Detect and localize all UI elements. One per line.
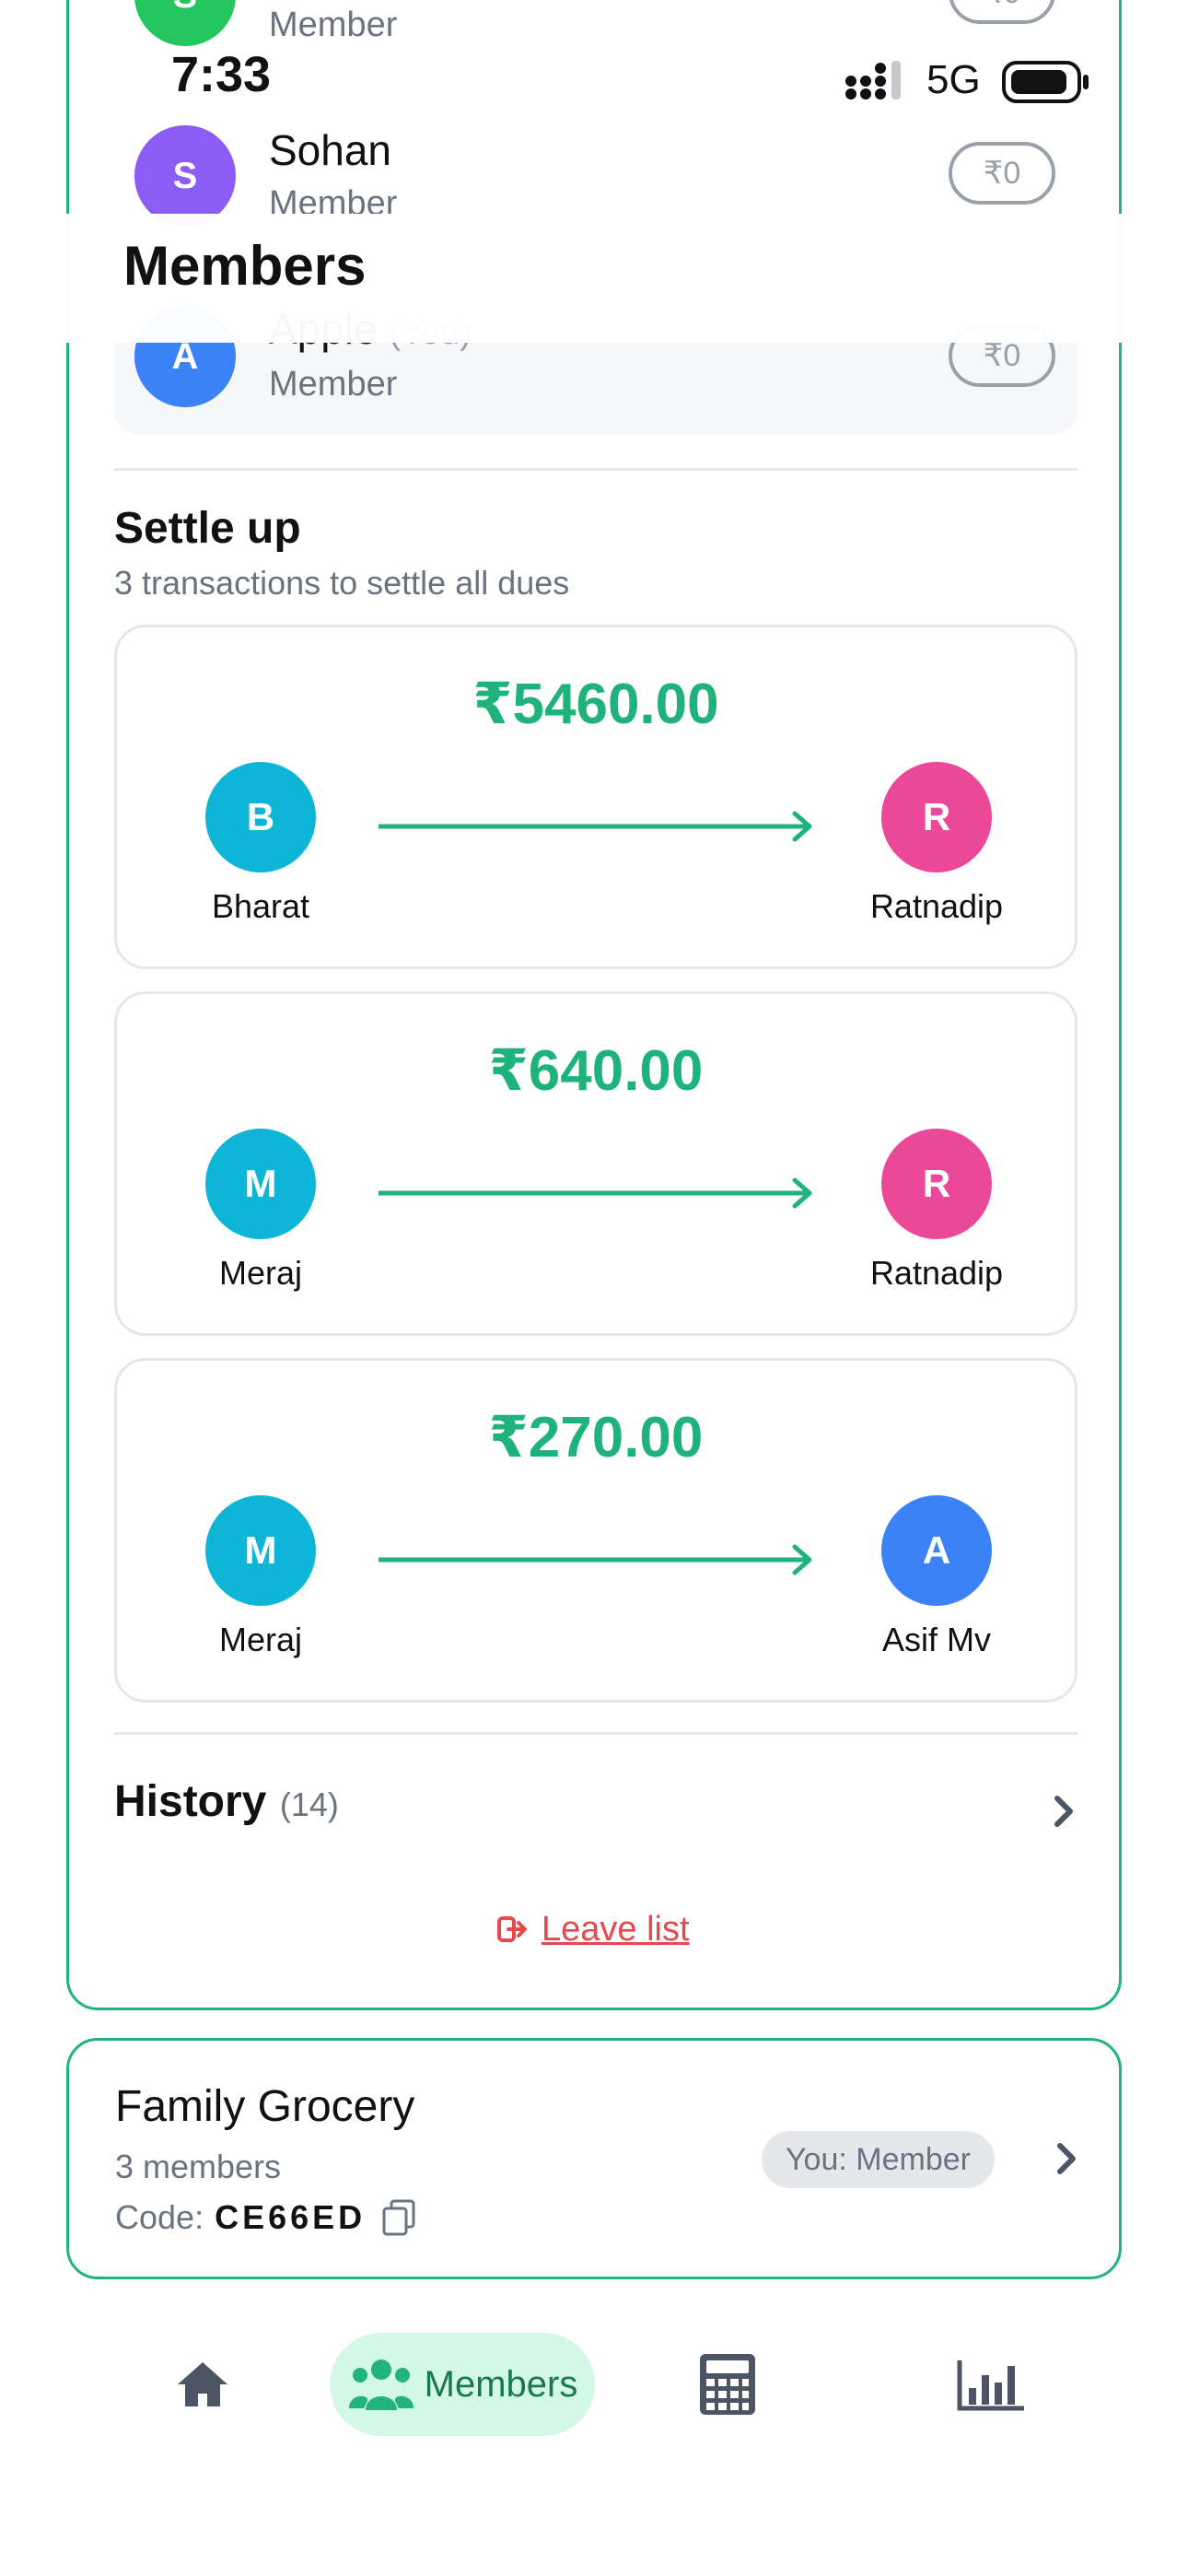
group-code-value: CE66ED: [215, 2198, 367, 2236]
member-balance: ₹0: [949, 142, 1055, 205]
member-role: Member: [269, 365, 398, 404]
history-row[interactable]: History (14): [114, 1776, 1077, 1846]
divider: [114, 1732, 1077, 1735]
transaction-amount: ₹270.00: [488, 1406, 704, 1469]
payer-avatar: B: [205, 762, 316, 872]
divider: [114, 468, 1077, 471]
payee-name: Ratnadip: [869, 1254, 1004, 1292]
settle-title: Settle up: [114, 504, 301, 553]
member-avatar: S: [134, 125, 236, 227]
role-badge: You: Member: [762, 2131, 995, 2188]
payer-avatar: M: [205, 1129, 316, 1239]
copy-icon[interactable]: [380, 2197, 421, 2238]
chevron-right-icon: [1057, 2143, 1076, 2174]
network-label: 5G: [926, 57, 981, 102]
payer-avatar: M: [205, 1495, 316, 1606]
battery-icon: [1002, 61, 1089, 103]
payee-avatar: A: [881, 1495, 992, 1606]
history-label: History: [114, 1777, 267, 1826]
signal-icon: [845, 61, 901, 100]
settle-subtitle: 3 transactions to settle all dues: [114, 564, 570, 602]
payer-name: Bharat: [211, 887, 310, 925]
arrow-right-icon: [379, 811, 812, 842]
chevron-right-icon: [1054, 1796, 1073, 1827]
member-name: Sohan: [269, 126, 392, 174]
group-title: Family Grocery: [115, 2082, 415, 2131]
nav-home[interactable]: [157, 2333, 249, 2436]
group-card[interactable]: Family Grocery 3 members Code: CE66ED Yo…: [66, 2038, 1122, 2279]
history-count: (14): [279, 1786, 339, 1823]
status-bar: 7:33 5G: [0, 37, 1188, 125]
status-time: 7:33: [171, 47, 272, 102]
arrow-right-icon: [379, 1544, 812, 1575]
bar-chart-icon: [957, 2360, 1024, 2411]
page-title: Members: [123, 235, 367, 297]
nav-members-label: Members: [424, 2363, 578, 2405]
payee-name: Ratnadip: [869, 887, 1004, 925]
transaction-card[interactable]: ₹640.00 M Meraj R Ratnadip: [114, 991, 1077, 1336]
arrow-right-icon: [379, 1177, 812, 1209]
group-members-count: 3 members: [115, 2148, 282, 2185]
transaction-card[interactable]: ₹270.00 M Meraj A Asif Mv: [114, 1358, 1077, 1703]
payee-avatar: R: [881, 1129, 992, 1239]
leave-list-label: Leave list: [542, 1909, 690, 1949]
transaction-card[interactable]: ₹5460.00 B Bharat R Ratnadip: [114, 625, 1077, 969]
sticky-header: Members: [66, 214, 1122, 343]
payer-name: Meraj: [218, 1254, 303, 1292]
calculator-icon: [700, 2354, 755, 2415]
nav-calculator[interactable]: [681, 2333, 774, 2436]
leave-list-button[interactable]: Leave list: [497, 1905, 690, 1953]
payee-name: Asif Mv: [881, 1621, 991, 1658]
nav-stats[interactable]: [945, 2333, 1037, 2436]
payee-avatar: R: [881, 762, 992, 872]
group-code: Code: CE66ED: [115, 2197, 421, 2238]
group-code-label: Code:: [115, 2198, 204, 2236]
home-icon: [178, 2362, 227, 2406]
logout-icon: [497, 1916, 527, 1942]
transaction-amount: ₹5460.00: [472, 673, 719, 736]
nav-members[interactable]: Members: [330, 2333, 595, 2436]
transaction-amount: ₹640.00: [488, 1039, 704, 1103]
payer-name: Meraj: [218, 1621, 303, 1658]
members-icon: [348, 2359, 413, 2410]
